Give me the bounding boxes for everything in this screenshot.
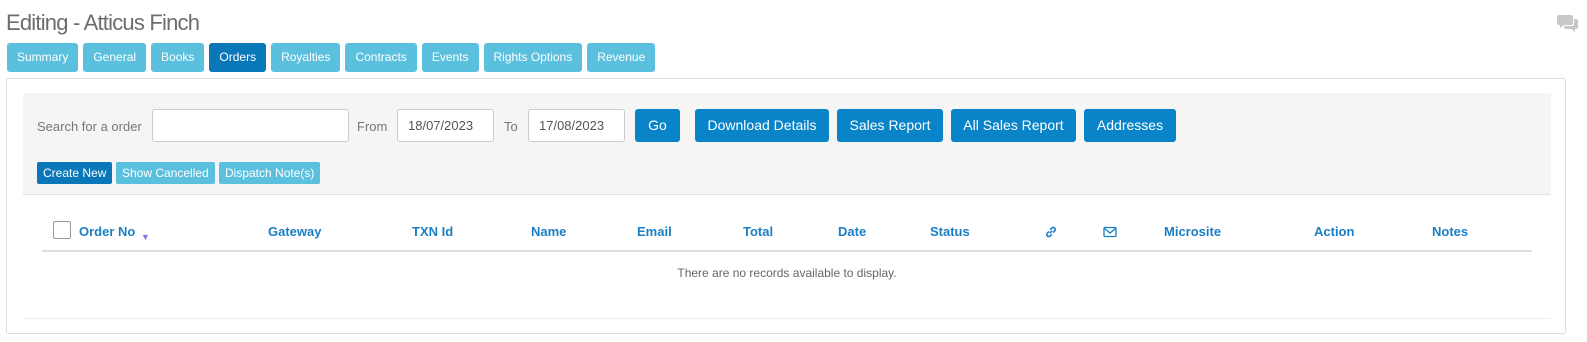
- to-label: To: [504, 119, 518, 134]
- show-cancelled-button[interactable]: Show Cancelled: [116, 162, 215, 184]
- addresses-button[interactable]: Addresses: [1084, 109, 1176, 142]
- search-input[interactable]: [152, 109, 349, 142]
- column-name[interactable]: Name: [531, 224, 566, 239]
- column-order-no-label: Order No: [79, 224, 136, 239]
- column-gateway[interactable]: Gateway: [268, 224, 321, 239]
- tab-summary[interactable]: Summary: [7, 43, 79, 72]
- column-date[interactable]: Date: [838, 224, 866, 239]
- dispatch-notes-button[interactable]: Dispatch Note(s): [219, 162, 321, 184]
- column-email[interactable]: Email: [637, 224, 672, 239]
- tab-contracts[interactable]: Contracts: [345, 43, 417, 72]
- select-all-checkbox[interactable]: [53, 221, 71, 239]
- tab-bar: Summary General Books Orders Royalties C…: [7, 43, 656, 72]
- orders-panel: Search for a order From 18/07/2023 To 17…: [6, 78, 1566, 334]
- tab-events[interactable]: Events: [421, 43, 479, 72]
- page-title: Editing - Atticus Finch: [6, 10, 200, 35]
- tab-orders[interactable]: Orders: [209, 43, 267, 72]
- orders-grid-header: Order No ▼ Gateway TXN Id Name Email Tot…: [42, 215, 1532, 252]
- column-status[interactable]: Status: [930, 224, 970, 239]
- divider: [23, 194, 1551, 195]
- tab-revenue[interactable]: Revenue: [587, 43, 656, 72]
- search-label: Search for a order: [37, 119, 142, 134]
- from-label: From: [357, 119, 388, 134]
- tab-books[interactable]: Books: [151, 43, 205, 72]
- link-icon[interactable]: [1044, 225, 1058, 239]
- go-button[interactable]: Go: [635, 109, 680, 142]
- column-action[interactable]: Action: [1314, 224, 1354, 239]
- tab-rights-options[interactable]: Rights Options: [483, 43, 583, 72]
- empty-message: There are no records available to displa…: [677, 266, 897, 280]
- create-new-button[interactable]: Create New: [37, 162, 113, 184]
- from-date-input[interactable]: 18/07/2023: [397, 109, 494, 142]
- tab-royalties[interactable]: Royalties: [271, 43, 341, 72]
- sales-report-button[interactable]: Sales Report: [837, 109, 943, 142]
- column-txn-id[interactable]: TXN Id: [412, 224, 453, 239]
- column-order-no[interactable]: Order No ▼: [79, 224, 150, 242]
- comments-icon[interactable]: [1557, 13, 1579, 33]
- column-total[interactable]: Total: [743, 224, 773, 239]
- envelope-icon[interactable]: [1103, 226, 1117, 238]
- tab-general[interactable]: General: [83, 43, 147, 72]
- to-date-input[interactable]: 17/08/2023: [528, 109, 625, 142]
- search-toolbar: Search for a order From 18/07/2023 To 17…: [23, 93, 1551, 194]
- all-sales-report-button[interactable]: All Sales Report: [951, 109, 1076, 142]
- grid-footer-divider: [23, 318, 1551, 319]
- column-notes[interactable]: Notes: [1432, 224, 1468, 239]
- column-microsite[interactable]: Microsite: [1164, 224, 1221, 239]
- download-details-button[interactable]: Download Details: [695, 109, 829, 142]
- sort-desc-icon: ▼: [140, 232, 150, 242]
